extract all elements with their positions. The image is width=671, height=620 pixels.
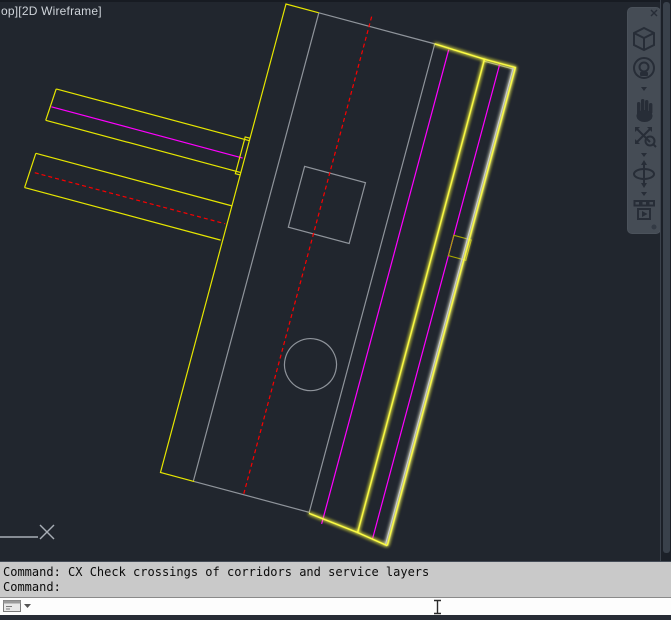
chevron-down-icon[interactable] [641, 153, 647, 157]
command-history-line1: Command: CX Check crossings of corridors… [3, 565, 429, 579]
navigation-bar [627, 7, 661, 234]
command-window-icon[interactable] [3, 600, 33, 614]
chevron-down-icon[interactable] [641, 192, 647, 196]
drawing-viewport[interactable] [0, 0, 671, 561]
steering-wheel-icon[interactable] [634, 58, 654, 78]
scrollbar-thumb[interactable] [663, 2, 670, 553]
command-history[interactable]: Command: CX Check crossings of corridors… [0, 561, 671, 597]
corridor-boundaries-yellow[interactable] [0, 0, 320, 482]
command-history-line2: Command: [3, 580, 61, 594]
viewport-controls-label[interactable]: op][2D Wireframe] [1, 4, 102, 18]
command-input-row[interactable] [0, 597, 671, 615]
red-dashed-centerlines[interactable] [0, 0, 372, 496]
close-icon[interactable] [651, 10, 657, 16]
pan-hand-icon[interactable] [637, 99, 653, 122]
zoom-icon[interactable] [635, 127, 656, 147]
showmotion-icon[interactable] [635, 201, 655, 219]
application-window: op][2D Wireframe] [0, 0, 671, 620]
ucs-x-axis-marker [0, 525, 54, 539]
text-ibeam-cursor [430, 599, 446, 615]
navbar-handle[interactable] [652, 225, 657, 230]
top-edge-strip [0, 0, 671, 2]
circle-feature[interactable] [279, 333, 343, 397]
view-cube-icon[interactable] [634, 28, 654, 50]
main-corridor-outline[interactable] [193, 13, 516, 534]
orbit-icon[interactable] [634, 160, 654, 188]
pad-square[interactable] [288, 166, 365, 243]
vertical-scrollbar[interactable] [660, 0, 671, 561]
bottom-edge-strip [0, 615, 671, 620]
chevron-down-icon[interactable] [641, 87, 647, 91]
